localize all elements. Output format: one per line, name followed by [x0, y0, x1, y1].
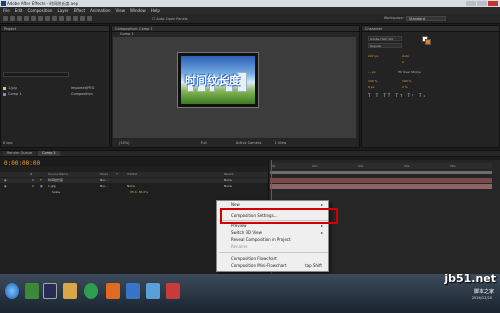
text-style-buttons[interactable]: T T TT Tт T¹ T₁ — [368, 93, 427, 98]
workspace-select[interactable]: Standard — [406, 16, 446, 21]
after-effects-taskbar-icon[interactable] — [43, 283, 57, 299]
pan-behind-tool-icon[interactable] — [38, 16, 43, 21]
layer-row[interactable]: ◉ 1 T 时间纹长度 Nor... None — [0, 178, 268, 183]
mask-tool-icon[interactable] — [45, 16, 50, 21]
camera-tool-icon[interactable] — [31, 16, 36, 21]
resolution-select[interactable]: Full — [201, 141, 207, 145]
layer-duration-bar[interactable] — [270, 184, 492, 189]
explorer-icon[interactable] — [63, 283, 77, 299]
camera-select[interactable]: Active Camera — [236, 141, 262, 145]
menu-view[interactable]: View — [116, 8, 126, 13]
project-tab[interactable]: Project — [1, 26, 109, 32]
watermark-name: 脚本之家 — [473, 289, 494, 295]
title-bar: Adobe After Effects - 时间纹长度.aep — [0, 0, 500, 7]
project-item[interactable]: 1.jpg ImporterJPEG — [3, 86, 94, 90]
viewer-footer: (50%) Full Active Camera 1 View — [113, 139, 356, 147]
submenu-arrow-icon: ▸ — [320, 230, 323, 235]
type-tool-icon[interactable] — [59, 16, 64, 21]
visibility-eye-icon[interactable]: ◉ — [4, 178, 7, 183]
views-select[interactable]: 1 View — [275, 141, 287, 145]
zoom-select[interactable]: (50%) — [119, 141, 130, 145]
stroke-order-select[interactable]: Fill Over Stroke — [398, 70, 421, 74]
font-style-select[interactable]: Regular — [368, 43, 402, 48]
window-title: Adobe After Effects - 时间纹长度.aep — [7, 1, 79, 6]
media-player-icon[interactable] — [25, 283, 39, 299]
tracking-field[interactable]: 0 — [402, 60, 404, 64]
project-search-input[interactable] — [3, 72, 69, 77]
menu-animation[interactable]: Animation — [90, 8, 110, 13]
font-size-field[interactable]: 222 px — [368, 54, 378, 58]
after-effects-icon — [1, 1, 6, 6]
font-family-select[interactable]: Adobe Heiti Std — [368, 36, 402, 41]
close-button[interactable] — [488, 1, 498, 6]
stroke-color-swatch[interactable] — [425, 39, 431, 45]
comp-title-text: 时间纹长度 — [185, 74, 240, 87]
highlight-box — [220, 208, 338, 224]
menu-bar: File Edit Composition Layer Effect Anima… — [0, 7, 500, 14]
time-ruler[interactable]: 0s 02s 04s 06s 08s — [270, 163, 492, 169]
context-item-switch-3d-view[interactable]: Switch 3D View ▸ — [231, 230, 326, 236]
app-icon[interactable] — [106, 283, 120, 299]
selection-tool-icon[interactable] — [3, 16, 8, 21]
menu-layer[interactable]: Layer — [57, 8, 68, 13]
menu-file[interactable]: File — [3, 8, 10, 13]
auto-open-panels-checkbox[interactable]: ☐ Auto-Open Panels — [152, 17, 188, 21]
zoom-tool-icon[interactable] — [17, 16, 22, 21]
horizontal-scale-field[interactable]: 100 % — [402, 79, 412, 83]
timeline-tabs: Render Queue Comp 1 — [0, 150, 500, 157]
project-item[interactable]: Comp 1 Composition — [3, 92, 93, 96]
maximize-button[interactable] — [477, 1, 487, 6]
taskbar-date: 2016/12/20 — [471, 296, 492, 300]
visibility-eye-icon[interactable]: ◉ — [4, 184, 7, 189]
stroke-width-field[interactable]: — px — [368, 70, 376, 74]
context-item-composition-flowchart[interactable]: Composition Flowchart — [231, 256, 326, 262]
workspace-label: Workspace: — [383, 16, 404, 20]
context-item-reveal-composition[interactable]: Reveal Composition in Project — [231, 237, 326, 243]
character-tab[interactable]: Character — [362, 26, 499, 32]
browser-icon[interactable] — [84, 283, 98, 299]
tab-comp-1[interactable]: Comp 1 — [38, 151, 60, 156]
brush-tool-icon[interactable] — [66, 16, 71, 21]
app-icon[interactable] — [166, 283, 180, 299]
app-icon[interactable] — [146, 283, 160, 299]
puppet-tool-icon[interactable] — [87, 16, 92, 21]
layer-columns-header: # Source Name Mode T TrkMat Parent — [0, 172, 268, 177]
vertical-scale-field[interactable]: 100 % — [368, 79, 378, 83]
hand-tool-icon[interactable] — [10, 16, 15, 21]
menu-separator — [219, 252, 328, 253]
character-panel: Character Adobe Heiti Std Regular 222 px… — [361, 25, 500, 148]
menu-window[interactable]: Window — [130, 8, 146, 13]
footage-layer-icon: ▣ — [40, 184, 43, 188]
minimize-button[interactable] — [466, 1, 476, 6]
menu-help[interactable]: Help — [151, 8, 160, 13]
footage-icon — [3, 86, 6, 90]
current-time-display[interactable]: 0:00:00:00 — [4, 160, 40, 167]
tsume-field[interactable]: 0 % — [402, 85, 408, 89]
menu-effect[interactable]: Effect — [74, 8, 86, 13]
composition-icon — [3, 92, 6, 96]
comp-preview-image: 时间纹长度 — [181, 56, 255, 104]
leading-field[interactable]: Auto — [402, 54, 409, 58]
context-item-composition-mini-flowchart[interactable]: Composition Mini-Flowchart tap Shift — [231, 263, 326, 269]
rotate-tool-icon[interactable] — [24, 16, 29, 21]
app-icon[interactable] — [126, 283, 140, 299]
bpc-button[interactable]: 8 bpc — [3, 141, 13, 145]
pen-tool-icon[interactable] — [52, 16, 57, 21]
baseline-shift-field[interactable]: 0 px — [368, 85, 375, 89]
layer-duration-bar[interactable] — [270, 178, 492, 183]
start-button-icon[interactable] — [5, 283, 19, 299]
text-layer-icon: T — [40, 178, 42, 182]
eraser-tool-icon[interactable] — [80, 16, 85, 21]
watermark-url: jb51.net — [444, 272, 496, 285]
property-row[interactable]: Scale 85.6, 85.6% — [0, 190, 268, 195]
layer-row[interactable]: ◉ 2 ▣ 1.jpg Nor... None None — [0, 184, 268, 189]
work-area-bar[interactable] — [270, 171, 492, 174]
taskbar — [0, 274, 500, 313]
menu-composition[interactable]: Composition — [27, 8, 52, 13]
menu-edit[interactable]: Edit — [15, 8, 23, 13]
tab-render-queue[interactable]: Render Queue — [3, 151, 37, 156]
clone-tool-icon[interactable] — [73, 16, 78, 21]
context-item-rename: Rename — [231, 244, 248, 249]
